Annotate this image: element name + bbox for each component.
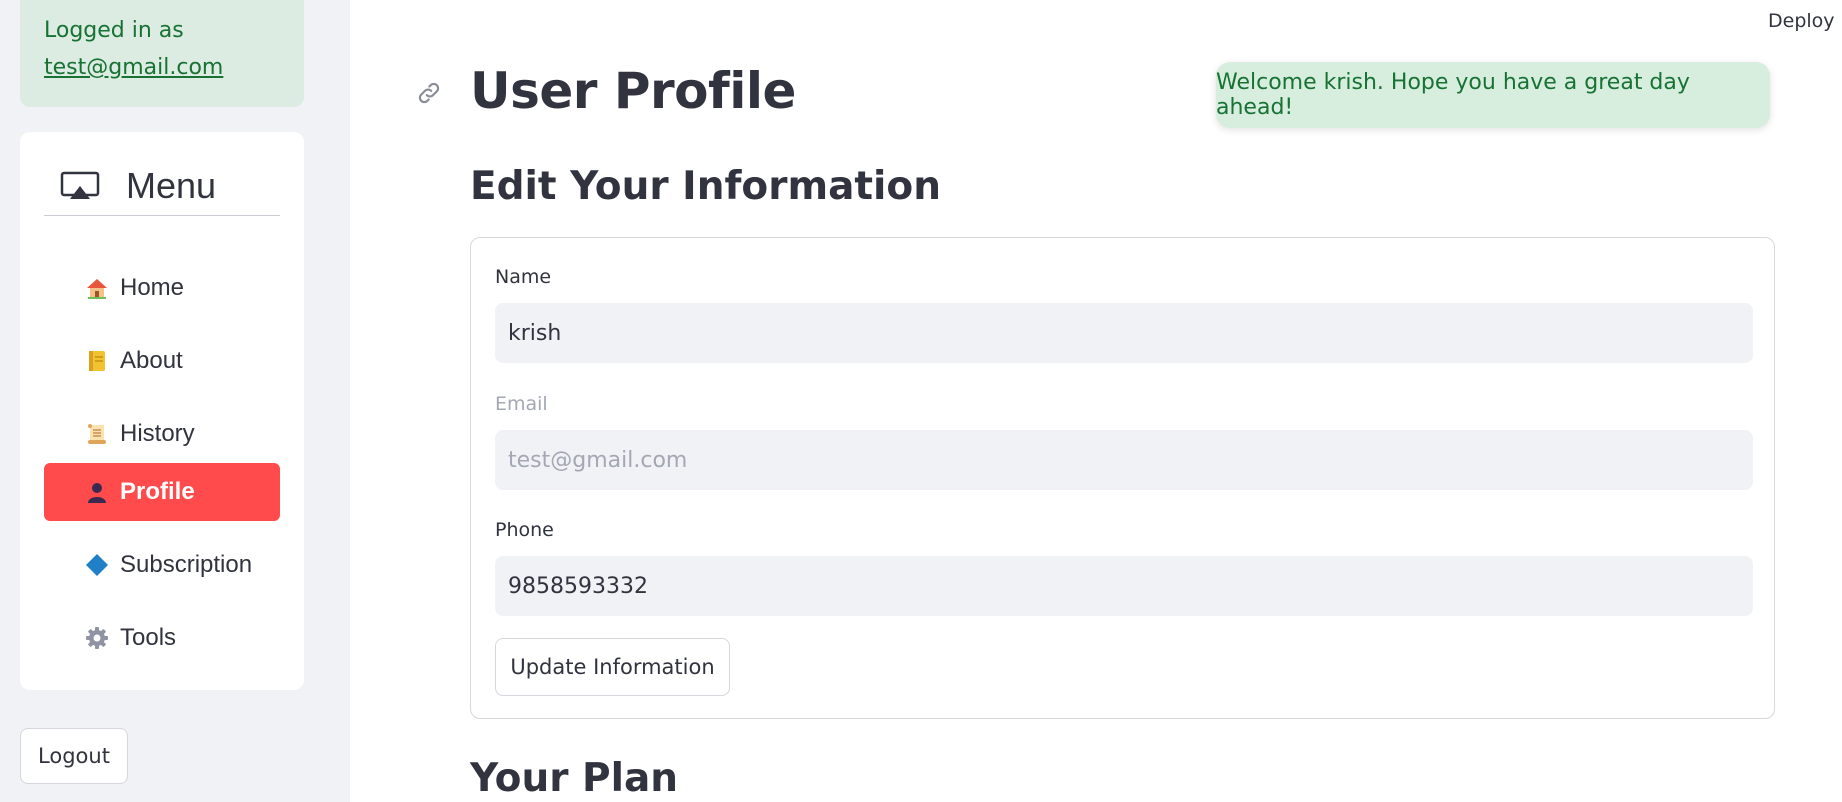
- scroll-icon: [84, 421, 110, 447]
- name-label: Name: [495, 266, 552, 288]
- name-input[interactable]: [495, 303, 1753, 363]
- update-information-button[interactable]: Update Information: [495, 638, 730, 696]
- link-icon[interactable]: [416, 80, 442, 106]
- logout-button[interactable]: Logout: [20, 728, 128, 784]
- sidebar-item-profile[interactable]: Profile: [44, 463, 280, 521]
- login-status-label: Logged in as: [44, 18, 184, 43]
- menu-title: Menu: [126, 164, 217, 206]
- sidebar-item-label: History: [120, 420, 195, 447]
- sidebar-item-label: About: [120, 347, 183, 374]
- email-label: Email: [495, 393, 548, 415]
- diamond-icon: [84, 552, 110, 578]
- sidebar-item-tools[interactable]: Tools: [44, 609, 280, 667]
- house-icon: [84, 275, 110, 301]
- deploy-button[interactable]: Deploy: [1768, 10, 1835, 32]
- user-silhouette-icon: [84, 479, 110, 505]
- profile-form: Name Email Phone Update Information: [470, 237, 1775, 719]
- login-email-link[interactable]: test@gmail.com: [44, 49, 280, 86]
- welcome-toast-text: Welcome krish. Hope you have a great day…: [1216, 70, 1690, 120]
- sidebar-item-about[interactable]: About: [44, 332, 280, 390]
- sidebar-item-home[interactable]: Home: [44, 259, 280, 317]
- menu-card: Menu Home About History Profile Subscrip…: [20, 132, 304, 690]
- email-field: [495, 430, 1753, 490]
- plan-section-title: Your Plan: [470, 756, 679, 801]
- phone-input[interactable]: [495, 556, 1753, 616]
- notebook-icon: [84, 348, 110, 374]
- sidebar-item-label: Profile: [120, 478, 195, 505]
- login-status-box: Logged in as test@gmail.com: [20, 0, 304, 107]
- welcome-toast: Welcome krish. Hope you have a great day…: [1216, 62, 1770, 128]
- sidebar-item-label: Home: [120, 274, 185, 301]
- gear-icon: [84, 625, 110, 651]
- sidebar-item-label: Tools: [120, 624, 177, 651]
- menu-header: Menu: [44, 156, 280, 216]
- edit-section-title: Edit Your Information: [470, 164, 941, 209]
- sidebar: Logged in as test@gmail.com Menu Home Ab…: [0, 0, 350, 802]
- sidebar-item-label: Subscription: [120, 551, 253, 578]
- cast-icon: [60, 171, 100, 199]
- sidebar-item-subscription[interactable]: Subscription: [44, 536, 280, 594]
- page-title: User Profile: [470, 62, 796, 120]
- sidebar-item-history[interactable]: History: [44, 405, 280, 463]
- phone-label: Phone: [495, 519, 554, 541]
